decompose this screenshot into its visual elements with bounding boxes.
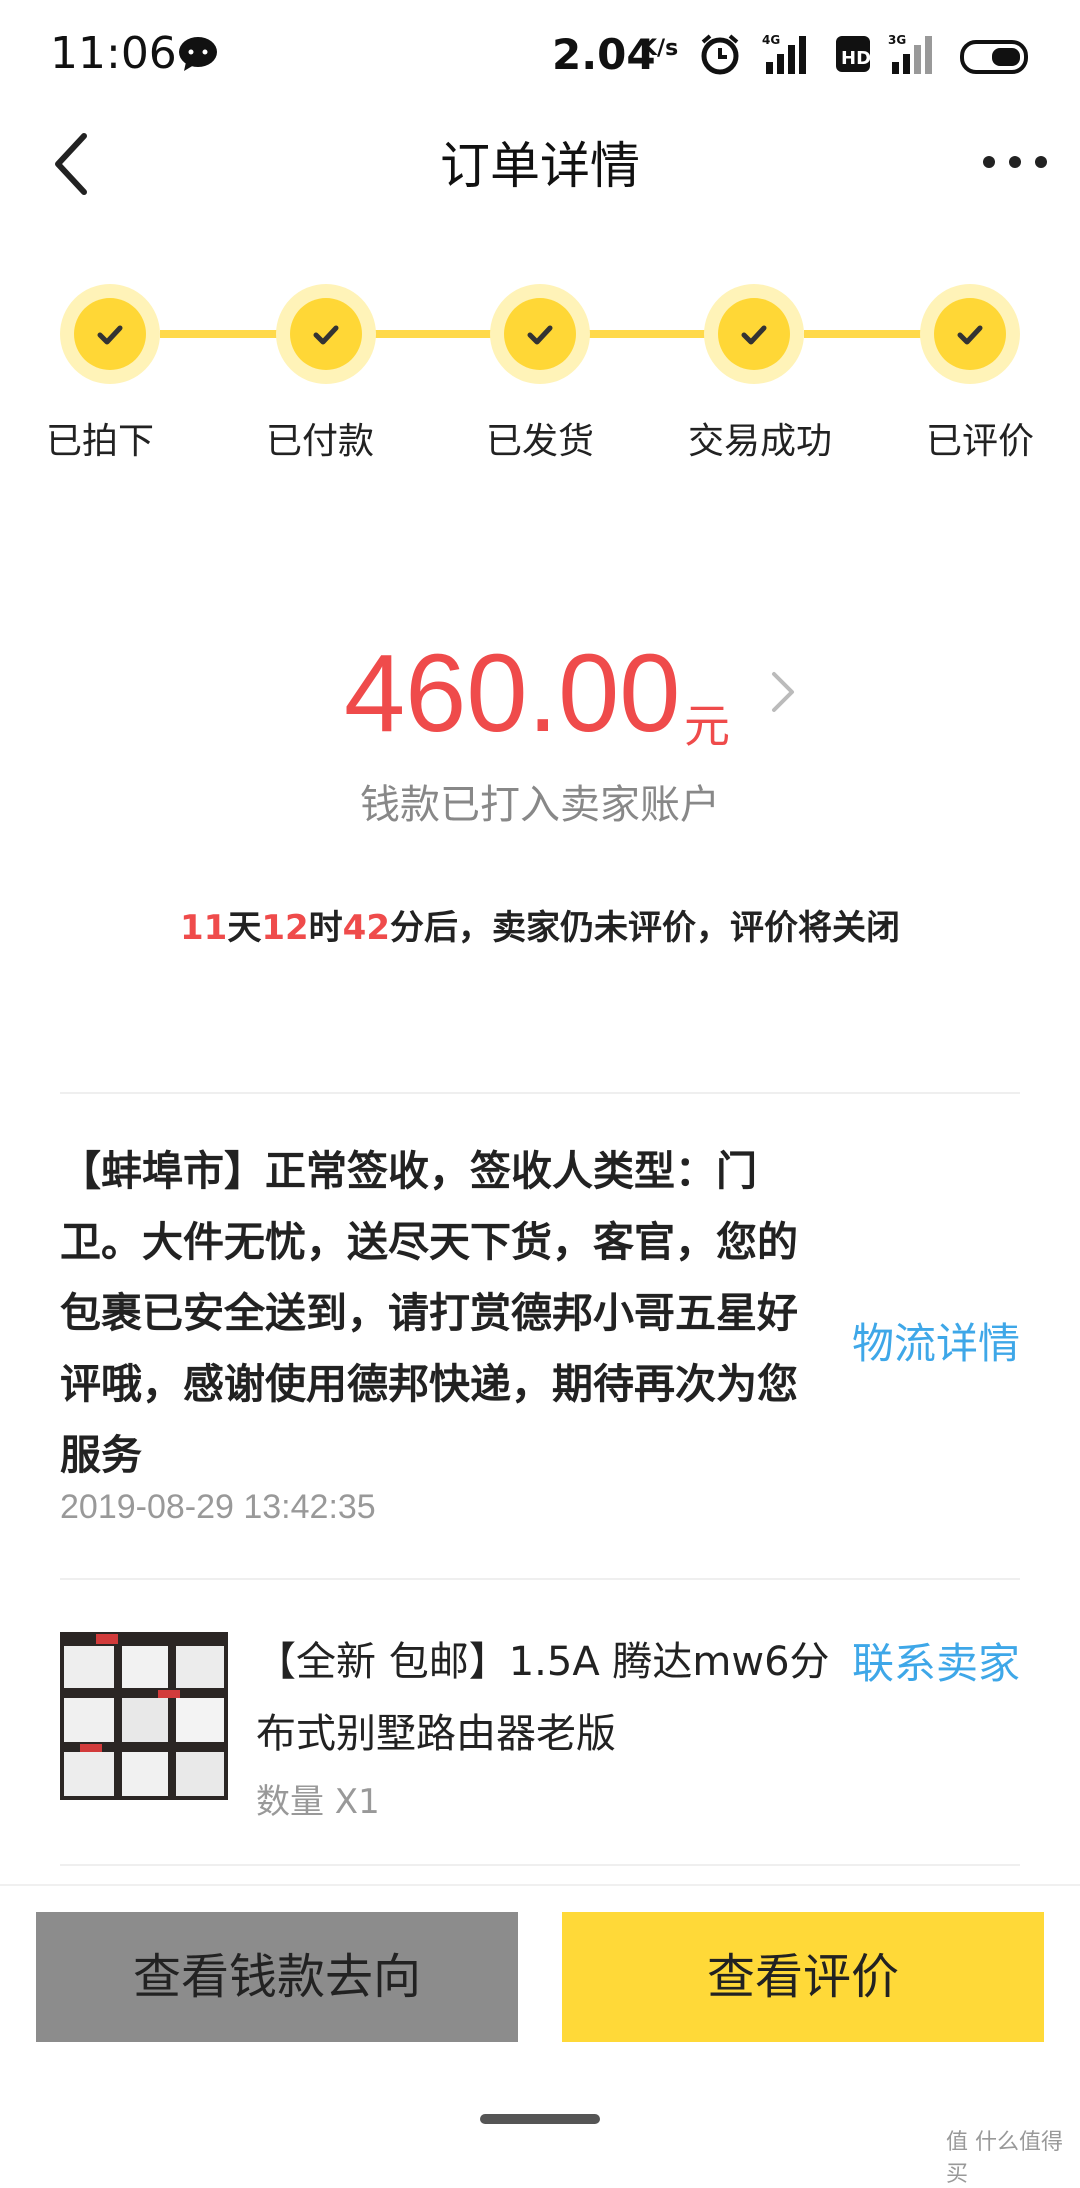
step-4-indicator (704, 284, 804, 384)
step-1-indicator (60, 284, 160, 384)
divider (60, 1578, 1020, 1580)
chat-bubble-icon (179, 37, 217, 71)
logistics-details-link[interactable]: 物流详情 (852, 1310, 1020, 1371)
logistics-timestamp: 2019-08-29 13:42:35 (60, 1488, 376, 1526)
page-title: 订单详情 (440, 137, 640, 195)
step-3-indicator (490, 284, 590, 384)
chevron-right-icon[interactable] (770, 670, 796, 714)
step-2-label: 已付款 (265, 421, 374, 462)
product-quantity: 数量 X1 (256, 1782, 380, 1822)
divider (60, 1092, 1020, 1094)
watermark: 值 什么值得买 (946, 2130, 1063, 2187)
step-5-indicator (920, 284, 1020, 384)
status-time: 11:06 (50, 28, 177, 79)
signal-4g-icon: 4G (762, 33, 806, 74)
countdown-hours-label: 时 (308, 908, 343, 948)
countdown-days: 11 (180, 908, 228, 948)
amount-unit: 元 (684, 699, 730, 753)
view-review-button[interactable]: 查看评价 (562, 1912, 1044, 2042)
product-thumbnail[interactable] (60, 1632, 228, 1800)
view-money-flow-button[interactable]: 查看钱款去向 (36, 1912, 518, 2042)
step-2-indicator (276, 284, 376, 384)
product-title[interactable]: 【全新 包邮】1.5A 腾达mw6分布式别墅路由器老版 (256, 1626, 836, 1770)
battery-icon (960, 40, 1028, 74)
signal-3g-icon: 3G (888, 33, 932, 74)
amount-section[interactable]: 460.00 元 (0, 630, 1080, 760)
countdown-days-label: 天 (227, 908, 262, 948)
contact-seller-link[interactable]: 联系卖家 (852, 1630, 1020, 1691)
step-connector (160, 330, 280, 338)
step-3-label: 已发货 (485, 421, 594, 462)
check-icon (741, 325, 767, 345)
svg-text:3G: 3G (888, 33, 906, 47)
nav-bar: 订单详情 (0, 110, 1080, 230)
step-1-label: 已拍下 (45, 421, 154, 462)
countdown-hours: 12 (261, 908, 309, 948)
order-progress: 已拍下 已付款 已发货 交易成功 已评价 (0, 270, 1080, 470)
more-dots-icon[interactable] (982, 150, 1048, 174)
svg-text:4G: 4G (762, 33, 780, 47)
alarm-icon (701, 34, 739, 75)
bottom-action-bar: 查看钱款去向 查看评价 (0, 1884, 1080, 2162)
review-countdown: 11天12时42分后，卖家仍未评价，评价将关闭 (0, 900, 1080, 949)
step-5-label: 已评价 (925, 421, 1034, 462)
countdown-minutes: 42 (342, 908, 390, 948)
check-icon (313, 325, 339, 345)
status-bar: 11:06 2.04 K/s 4G HD 3G (0, 0, 1080, 110)
step-connector (588, 330, 716, 338)
amount-value: 460.00 (344, 632, 681, 755)
svg-text:HD: HD (841, 48, 871, 69)
divider (60, 1864, 1020, 1866)
countdown-rest: 分后，卖家仍未评价，评价将关闭 (389, 908, 900, 948)
router-product-image (60, 1632, 228, 1800)
check-icon (97, 325, 123, 345)
logistics-status-text: 【蚌埠市】正常签收，签收人类型：门卫。大件无忧，送尽天下货，客官，您的包裹已安全… (60, 1147, 798, 1479)
hd-icon: HD (836, 36, 871, 72)
check-icon (957, 325, 983, 345)
check-icon (527, 325, 553, 345)
payment-status-note: 钱款已打入卖家账户 (360, 782, 720, 828)
step-4-label: 交易成功 (687, 421, 832, 462)
home-indicator[interactable] (480, 2114, 600, 2124)
network-speed-unit: K/s (640, 36, 679, 61)
step-connector (804, 330, 928, 338)
step-connector (374, 330, 500, 338)
